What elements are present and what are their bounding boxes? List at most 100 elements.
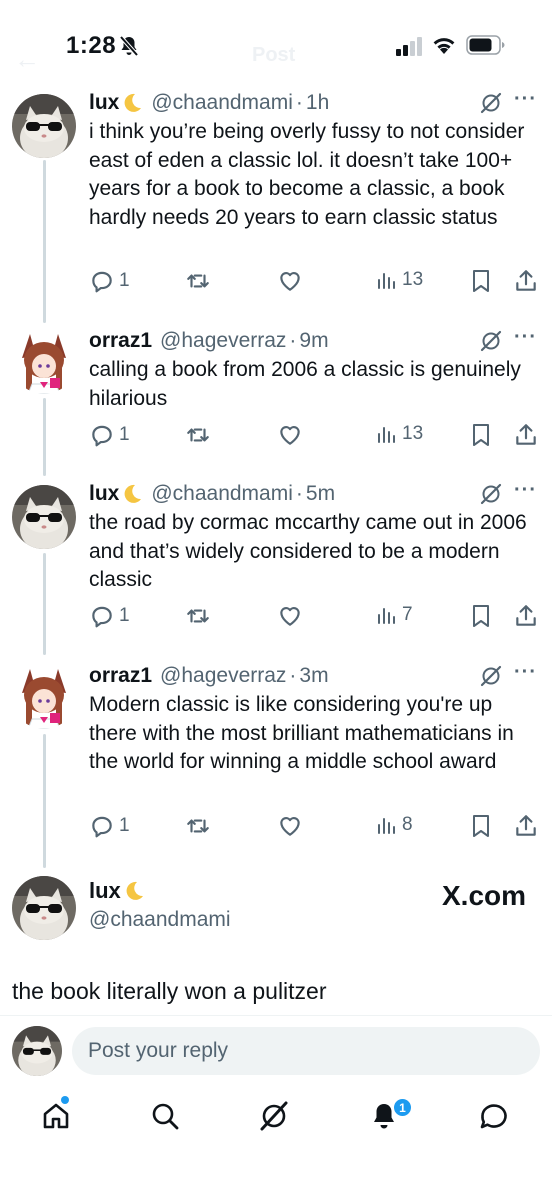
share-icon [516,605,536,626]
separator-dot: · [289,329,297,352]
home-icon[interactable] [40,1100,72,1132]
tweet-actions: 1 7 [89,603,539,633]
share-icon [516,424,536,445]
bottom-nav [0,1090,552,1150]
views-button[interactable]: 7 [374,603,413,627]
bookmark-button[interactable] [469,422,493,448]
share-button[interactable] [513,422,539,448]
anime-girl-avatar-icon [12,330,76,394]
user-handle[interactable]: @chaandmami [151,482,293,506]
views-chart-icon [378,608,395,624]
anime-girl-avatar-icon [12,665,76,729]
post-time[interactable]: 3m [299,664,328,688]
thread-tweet[interactable]: orraz1 @hageverraz · 9m ··· calling a bo… [0,326,552,456]
reply-icon [92,425,112,447]
more-options-icon[interactable]: ··· [514,88,537,111]
bookmark-icon [473,605,489,627]
main-display-name[interactable]: lux [89,878,145,904]
tweet-text: calling a book from 2006 a classic is ge… [89,358,521,410]
crescent-moon-icon [124,484,142,503]
views-chart-icon [378,427,395,443]
views-count: 8 [402,814,413,835]
bookmark-button[interactable] [469,603,493,629]
avatar[interactable] [12,485,76,549]
repost-button[interactable] [185,422,211,448]
back-arrow-icon[interactable]: ← [14,44,40,75]
bookmark-button[interactable] [469,813,493,839]
tweet-text: Modern classic is like considering you'r… [89,693,514,773]
share-button[interactable] [513,813,539,839]
battery-icon [466,35,505,55]
reply-button[interactable]: 1 [89,422,130,448]
page-title: Post [252,44,296,66]
user-handle[interactable]: @hageverraz [160,329,286,353]
repost-icon [187,428,209,442]
thread-tweet[interactable]: lux @chaandmami · 5m ··· the road by cor… [0,479,552,639]
views-button[interactable]: 13 [374,268,423,292]
bookmark-icon [473,424,489,446]
post-time[interactable]: 5m [306,482,335,506]
avatar[interactable] [12,876,76,940]
share-button[interactable] [513,268,539,294]
tweet-header: lux @chaandmami · 5m [89,479,335,509]
thread-tweet[interactable]: orraz1 @hageverraz · 3m ··· Modern class… [0,661,552,851]
like-button[interactable] [277,422,303,448]
grok-icon[interactable] [480,483,502,505]
avatar[interactable] [12,94,76,158]
heart-icon [280,272,300,291]
repost-button[interactable] [185,268,211,294]
like-button[interactable] [277,603,303,629]
user-handle[interactable]: @chaandmami [151,91,293,115]
like-button[interactable] [277,268,303,294]
reply-button[interactable]: 1 [89,813,130,839]
display-name[interactable]: orraz1 [89,664,152,688]
separator-dot: · [295,482,303,505]
tweet-text: the road by cormac mccarthy came out in … [89,511,527,591]
grok-icon[interactable] [258,1100,290,1132]
divider [0,1015,552,1016]
repost-button[interactable] [185,603,211,629]
more-options-icon[interactable]: ··· [514,326,537,349]
user-handle[interactable]: @hageverraz [160,664,286,688]
user-handle[interactable]: @chaandmami [89,908,231,932]
grok-icon[interactable] [480,665,502,687]
repost-icon [187,609,209,623]
reply-count: 1 [119,270,130,291]
display-name[interactable]: orraz1 [89,329,152,353]
messages-icon[interactable] [478,1100,510,1132]
home-unread-dot [61,1096,69,1104]
reply-button[interactable]: 1 [89,268,130,294]
avatar[interactable] [12,665,76,729]
views-chart-icon [378,818,395,834]
post-time[interactable]: 9m [299,329,328,353]
separator-dot: · [289,664,297,687]
more-options-icon[interactable]: ··· [514,661,537,684]
tweet-header: lux @chaandmami · 1h [89,88,329,118]
reply-count: 1 [119,815,130,836]
tweet-actions: 1 8 [89,813,539,843]
reply-count: 1 [119,424,130,445]
cat-sunglasses-avatar-icon [12,94,76,158]
reply-input[interactable] [72,1027,540,1075]
reply-button[interactable]: 1 [89,603,130,629]
views-button[interactable]: 8 [374,813,413,837]
like-button[interactable] [277,813,303,839]
post-time[interactable]: 1h [306,91,329,115]
avatar[interactable] [12,330,76,394]
cat-sunglasses-avatar-icon [12,485,76,549]
share-button[interactable] [513,603,539,629]
grok-icon[interactable] [480,330,502,352]
views-button[interactable]: 13 [374,422,423,446]
notifications-badge: 1 [393,1098,412,1117]
more-options-icon[interactable]: ··· [514,479,537,502]
tweet-actions: 1 13 [89,268,539,298]
display-name[interactable]: lux [89,91,119,115]
display-name[interactable]: lux [89,482,119,506]
repost-button[interactable] [185,813,211,839]
bookmark-button[interactable] [469,268,493,294]
status-bar: ← Post 1:28 [0,0,552,90]
views-count: 13 [402,423,424,444]
grok-icon[interactable] [480,92,502,114]
thread-tweet[interactable]: lux @chaandmami · 1h ··· i think you’re … [0,88,552,303]
search-icon[interactable] [149,1100,181,1132]
